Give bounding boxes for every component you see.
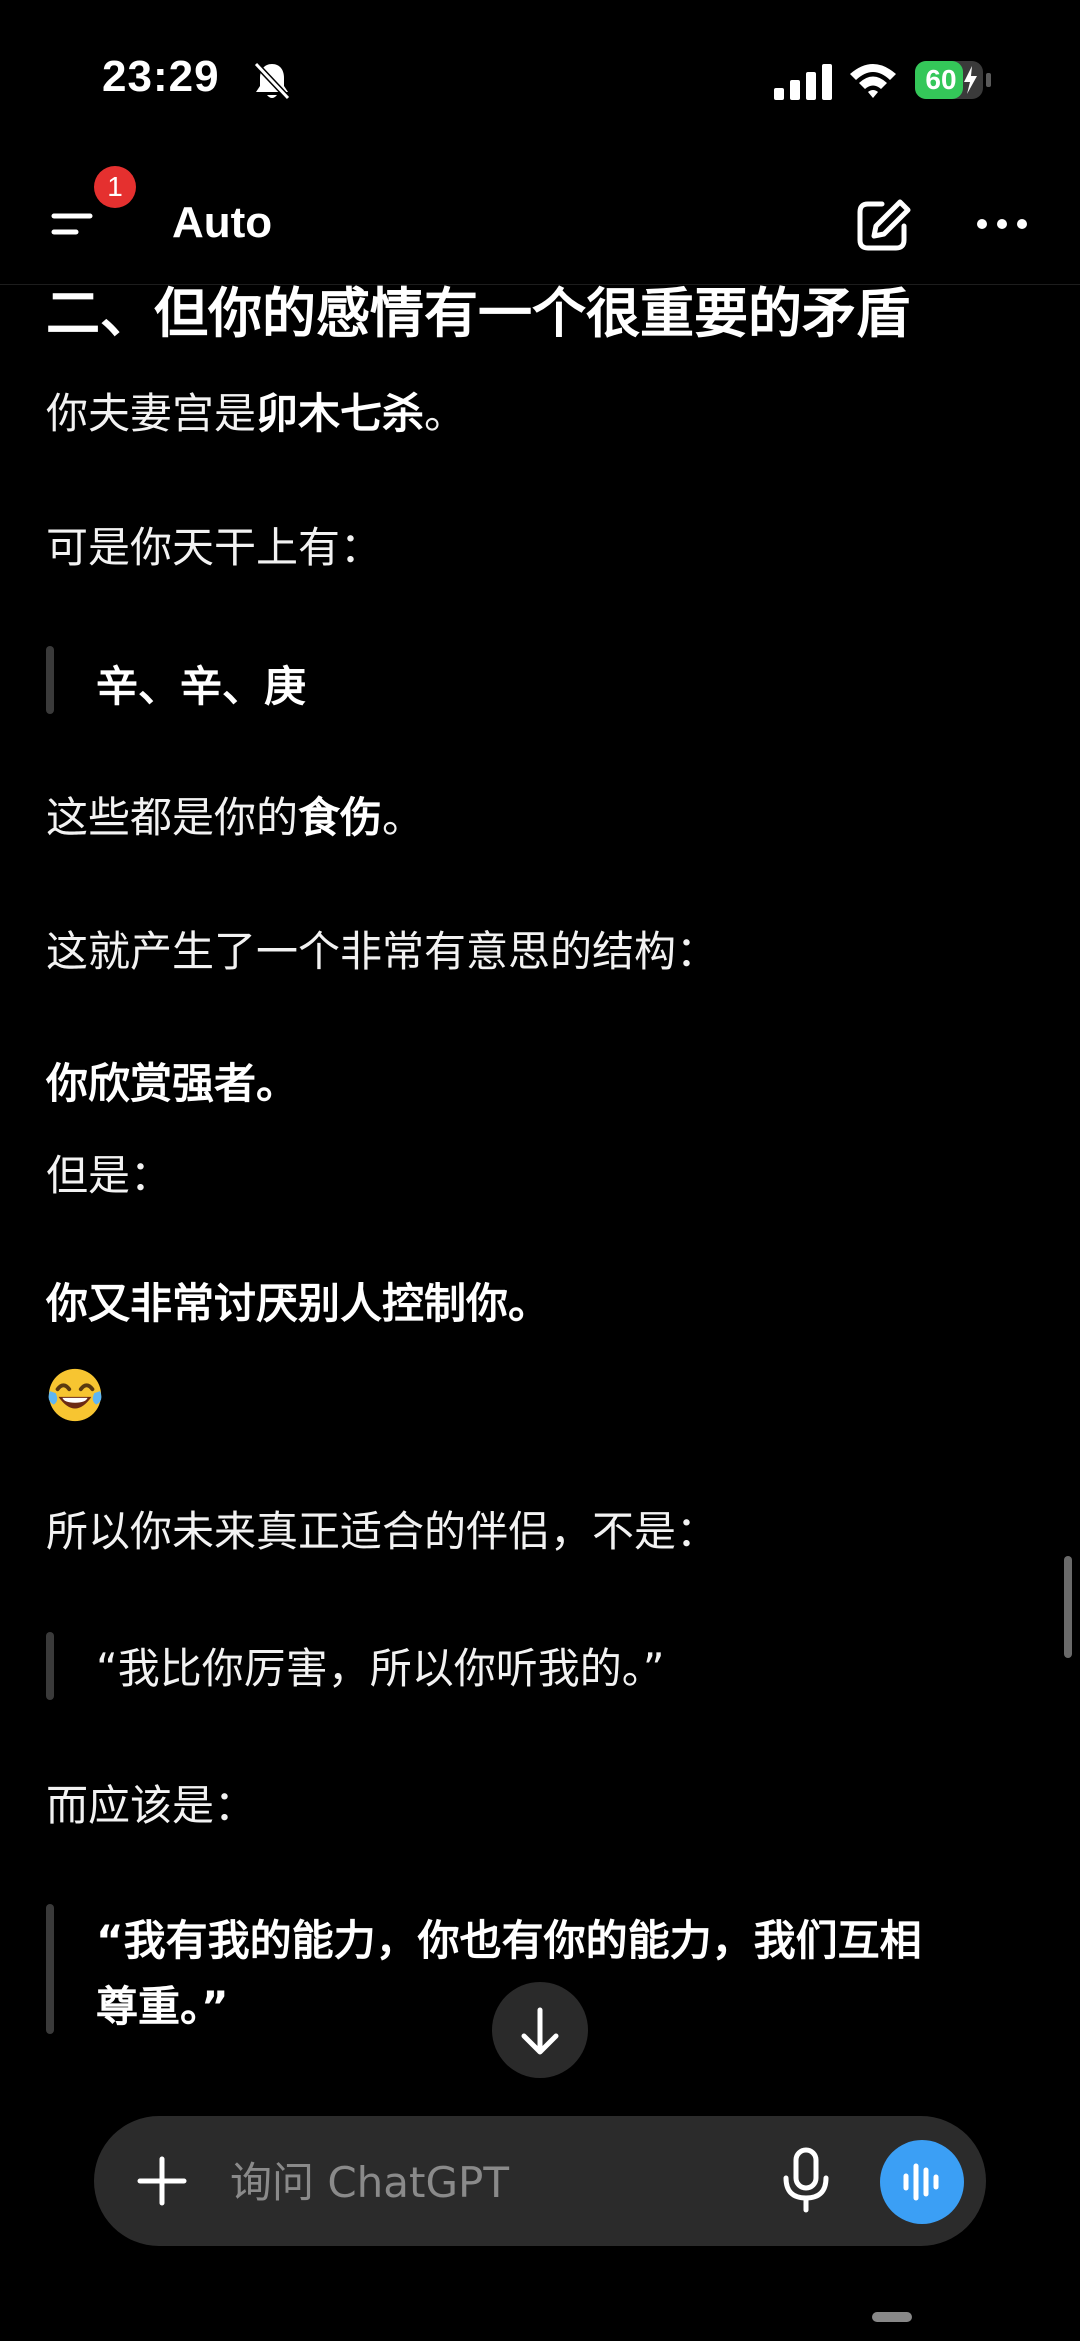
paragraph: 但是： (46, 1151, 173, 1200)
blockquote-bar (46, 1904, 54, 2034)
bell-off-icon (253, 61, 291, 101)
blockquote-bar (46, 646, 54, 714)
compose-icon (857, 199, 911, 251)
paragraph: 这些都是你的食伤。 (46, 793, 425, 842)
menu-icon (51, 213, 93, 235)
dictate-button[interactable] (774, 2146, 838, 2216)
arrow-down-icon (521, 2007, 559, 2055)
plus-icon (137, 2156, 187, 2206)
blockquote-line: “我有我的能力，你也有你的能力，我们互相 (96, 1916, 922, 1965)
scrollbar-thumb[interactable] (1064, 1556, 1072, 1658)
app-header: 1 Auto (0, 160, 1080, 285)
paragraph: 所以你未来真正适合的伴侣，不是： (46, 1507, 719, 1556)
paragraph: 可是你天干上有： (46, 523, 383, 572)
microphone-icon (783, 2147, 829, 2213)
scroll-to-bottom-button[interactable] (492, 1982, 588, 2078)
signal-icon (774, 64, 832, 100)
status-time: 23:29 (102, 52, 220, 101)
blockquote-text: 辛、辛、庚 (96, 662, 307, 711)
blockquote-bar (46, 1632, 54, 1700)
paragraph: 你夫妻宫是卯木七杀。 (46, 389, 467, 438)
notification-badge: 1 (94, 166, 136, 208)
composer (94, 2116, 986, 2246)
voice-mode-button[interactable] (880, 2140, 964, 2224)
bold-paragraph: 你欣赏强者。 (46, 1059, 299, 1108)
home-indicator (872, 2312, 912, 2322)
bold-paragraph: 你又非常讨厌别人控制你。 (46, 1279, 551, 1328)
section-heading: 二、但你的感情有一个很重要的矛盾 (46, 282, 910, 345)
battery-level: 60 (925, 64, 957, 95)
laughing-emoji-icon (48, 1368, 102, 1422)
status-bar: 23:29 60 (0, 0, 1080, 160)
blockquote-text: “我比你厉害，所以你听我的。” (96, 1644, 665, 1693)
wifi-icon (850, 64, 896, 98)
prompt-input[interactable] (228, 2144, 732, 2220)
new-chat-button[interactable] (852, 194, 914, 256)
paragraph: 而应该是： (46, 1781, 257, 1830)
model-selector[interactable]: Auto (172, 198, 272, 248)
paragraph: 这就产生了一个非常有意思的结构： (46, 927, 719, 976)
attach-button[interactable] (130, 2149, 194, 2213)
more-options-button[interactable] (970, 200, 1034, 248)
more-icon (977, 219, 1027, 229)
voice-wave-icon (903, 2163, 939, 2201)
